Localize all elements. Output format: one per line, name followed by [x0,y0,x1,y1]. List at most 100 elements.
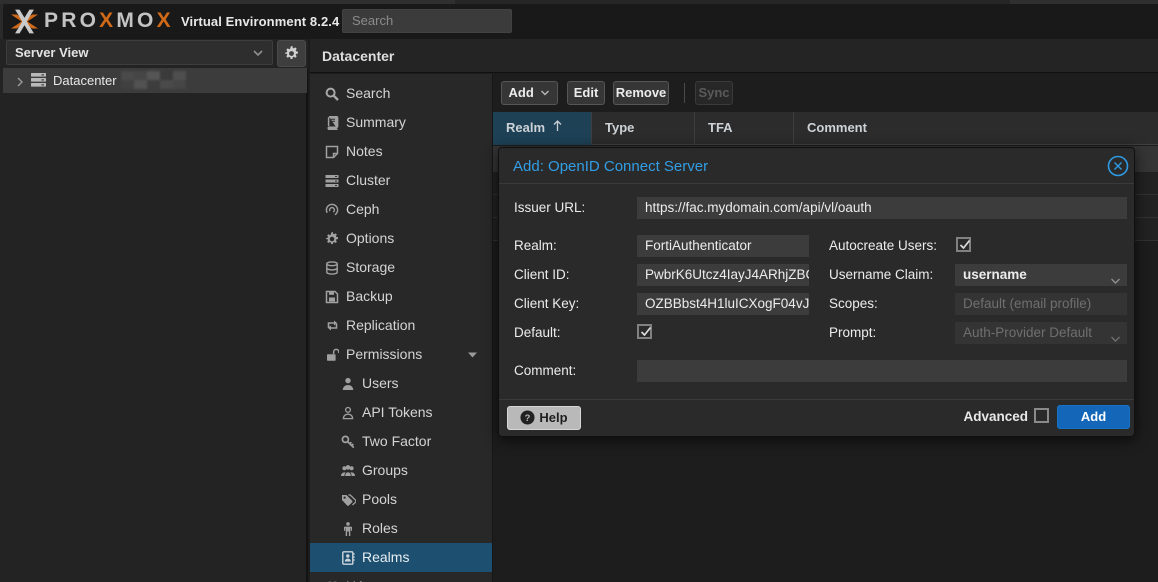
unlock-icon [324,340,340,369]
nav-item-replication[interactable]: Replication [310,311,492,340]
nav-item-notes[interactable]: Notes [310,137,492,166]
help-button[interactable]: ? Help [507,406,581,430]
brand-letter: PRO [44,9,99,32]
nav-item-label: Ceph [346,195,379,224]
check-icon [958,238,971,251]
client-key-row: Client Key: OZBBbst4H1luICXogF04vJIk3 Sc… [499,293,1134,315]
nav-item-label: Summary [346,108,406,137]
nav-item-realms[interactable]: Realms [310,543,492,572]
nav-item-label: HA [346,572,365,582]
nav-item-pools[interactable]: Pools [310,485,492,514]
nav-item-label: Search [346,79,390,108]
prompt-select[interactable]: Auth-Provider Default [955,322,1127,344]
client-key-input[interactable]: OZBBbst4H1luICXogF04vJIk3 [637,293,809,315]
nav-item-summary[interactable]: Summary [310,108,492,137]
tree-node-datacenter[interactable]: Datacenter [3,68,307,93]
nav-item-ceph[interactable]: Ceph [310,195,492,224]
column-header-realm[interactable]: Realm [493,112,592,145]
realm-input[interactable]: FortiAuthenticator [637,235,809,257]
view-mode-select[interactable]: Server View [6,40,273,65]
nav-item-label: Groups [362,456,408,485]
autocreate-users-checkbox[interactable] [956,237,971,252]
nav-item-label: Users [362,369,399,398]
nav-item-backup[interactable]: Backup [310,282,492,311]
dialog-add-button[interactable]: Add [1057,405,1130,429]
realm-label: Realm: [514,238,557,253]
add-button[interactable]: Add [501,81,558,105]
remove-button[interactable]: Remove [613,81,669,105]
male-icon [340,514,356,543]
toolbar-separator [684,83,685,103]
question-circle-icon: ? [520,410,535,425]
config-nav-panel: SearchSummaryNotesClusterCephOptionsStor… [310,74,493,582]
prompt-label: Prompt: [829,325,876,340]
column-header-tfa[interactable]: TFA [695,112,794,145]
user-icon [340,369,356,398]
nav-item-storage[interactable]: Storage [310,253,492,282]
column-header-comment[interactable]: Comment [794,112,1158,145]
nav-item-roles[interactable]: Roles [310,514,492,543]
global-search-input[interactable]: Search [342,9,512,33]
brand-subtitle: Virtual Environment 8.2.4 [181,14,339,29]
nav-item-api-tokens[interactable]: API Tokens [310,398,492,427]
nav-item-cluster[interactable]: Cluster [310,166,492,195]
nav-item-options[interactable]: Options [310,224,492,253]
client-id-row: Client ID: PwbrK6Utcz4IayJ4ARhjZBCk8 Use… [499,264,1134,286]
table-header: Realm Type TFA Comment [493,112,1158,145]
page-title: Datacenter [322,48,394,64]
chevron-down-icon[interactable] [467,340,478,369]
nav-item-label: Cluster [346,166,390,195]
page-title-bar: Datacenter [310,39,1158,73]
retweet-icon [324,311,340,340]
client-id-input[interactable]: PwbrK6Utcz4IayJ4ARhjZBCk8 [637,264,809,286]
scopes-label: Scopes: [829,296,878,311]
default-row: Default: Prompt: Auth-Provider Default [499,322,1134,344]
autocreate-users-label: Autocreate Users: [829,238,937,253]
nav-item-label: Replication [346,311,415,340]
tags-icon [340,485,356,514]
edit-button[interactable]: Edit [567,81,605,105]
comment-label: Comment: [514,363,576,378]
column-header-type[interactable]: Type [592,112,695,145]
view-selector-row: Server View [0,39,308,69]
nav-item-label: Backup [346,282,393,311]
scopes-input[interactable]: Default (email profile) [955,293,1127,315]
book-icon [324,108,340,137]
search-icon [324,79,340,108]
nav-item-label: Two Factor [362,427,431,456]
tree-settings-button[interactable] [277,40,306,67]
comment-input[interactable] [637,360,1127,382]
chevron-right-icon[interactable] [470,572,478,582]
default-checkbox[interactable] [637,324,652,339]
nav-item-two-factor[interactable]: Two Factor [310,427,492,456]
client-id-label: Client ID: [514,267,570,282]
nav-item-search[interactable]: Search [310,79,492,108]
svg-text:?: ? [525,413,531,423]
issuer-row: Issuer URL: https://fac.mydomain.com/api… [499,197,1134,219]
proxmox-app: PROXMOX Virtual Environment 8.2.4 Search… [0,0,1158,582]
sort-asc-icon [553,112,562,144]
nav-item-label: Pools [362,485,397,514]
ceph-icon [324,195,340,224]
tree-node-label: Datacenter [53,73,117,88]
nav-item-ha[interactable]: HA [310,572,492,582]
sync-button[interactable]: Sync [695,81,733,105]
advanced-checkbox[interactable] [1034,408,1049,423]
username-claim-select[interactable]: username [955,264,1127,286]
nav-item-groups[interactable]: Groups [310,456,492,485]
cluster-icon [324,166,340,195]
floppy-icon [324,282,340,311]
nav-item-users[interactable]: Users [310,369,492,398]
chevron-down-icon [540,89,550,97]
issuer-url-input[interactable]: https://fac.mydomain.com/api/vl/oauth [637,197,1127,219]
comment-row: Comment: [499,360,1134,382]
user-outline-icon [340,398,356,427]
close-icon[interactable] [1107,155,1129,177]
note-icon [324,137,340,166]
chevron-down-icon [1110,271,1121,286]
server-stack-icon [30,72,47,91]
chevron-right-icon[interactable] [15,75,25,90]
dialog-title: Add: OpenID Connect Server [513,158,708,175]
topbar: PROXMOX Virtual Environment 8.2.4 Search [3,4,1158,39]
nav-item-permissions[interactable]: Permissions [310,340,492,369]
